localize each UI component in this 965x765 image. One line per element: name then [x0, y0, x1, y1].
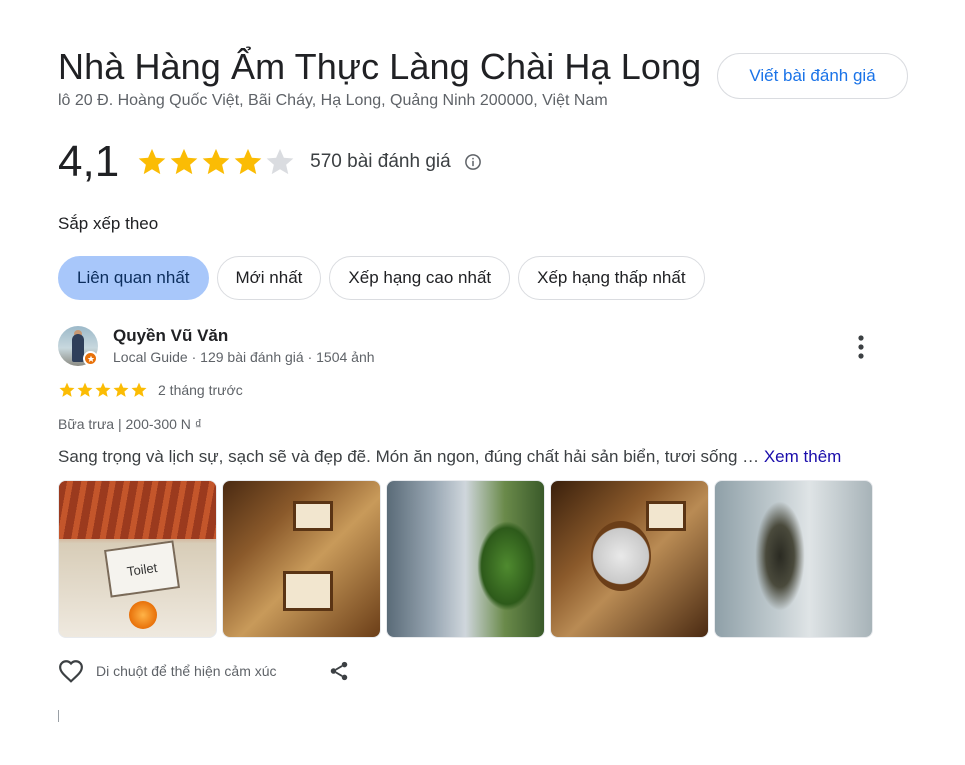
star-icon — [87, 355, 94, 362]
place-title: Nhà Hàng Ẩm Thực Làng Chài Hạ Long — [58, 46, 702, 87]
rating-summary: 4,1 570 bài đánh giá — [58, 136, 482, 188]
review-rating: 2 tháng trước — [58, 381, 243, 399]
round-table — [591, 521, 651, 591]
review-photos: Toilet — [58, 480, 878, 638]
local-guide-badge — [83, 351, 98, 366]
garden-photo[interactable] — [386, 480, 545, 638]
share-icon[interactable] — [328, 660, 350, 682]
reviewer-name[interactable]: Quyền Vũ Văn — [113, 326, 228, 346]
rating-number: 4,1 — [58, 137, 120, 186]
reaction-hint: Di chuột để thể hiện cảm xúc — [96, 663, 277, 679]
sort-chips: Liên quan nhất Mới nhất Xếp hạng cao nhấ… — [58, 256, 713, 300]
lobster-tank-photo[interactable] — [714, 480, 873, 638]
review-stars — [58, 381, 148, 399]
star-filled-icon — [202, 148, 230, 175]
rating-stars — [136, 146, 296, 178]
meal-info: Bữa trưa | 200-300 N ₫ — [58, 416, 202, 432]
see-more-link[interactable]: Xem thêm — [764, 447, 841, 466]
interior-photo[interactable] — [222, 480, 381, 638]
place-address: lô 20 Đ. Hoàng Quốc Việt, Bãi Cháy, Hạ L… — [58, 92, 608, 109]
star-filled-icon — [59, 382, 75, 397]
text-cursor — [58, 710, 59, 722]
lobster — [755, 501, 805, 611]
plants — [477, 521, 537, 611]
roof-tiles — [59, 481, 216, 539]
sort-chip-relevant[interactable]: Liên quan nhất — [58, 256, 209, 300]
toilet-sign: Toilet — [104, 540, 180, 598]
sort-chip-newest[interactable]: Mới nhất — [216, 256, 322, 300]
review-time: 2 tháng trước — [158, 382, 243, 398]
dining-table-photo[interactable] — [550, 480, 709, 638]
reviewer-meta: Local Guide · 129 bài đánh giá · 1504 ản… — [113, 349, 375, 365]
review-count: 570 bài đánh giá — [310, 151, 451, 172]
write-review-button[interactable]: Viết bài đánh giá — [717, 53, 908, 99]
toilet-photo[interactable]: Toilet — [58, 480, 217, 638]
sort-chip-highest[interactable]: Xếp hạng cao nhất — [329, 256, 511, 300]
star-filled-icon — [113, 382, 129, 397]
star-filled-icon — [95, 382, 111, 397]
lamp — [129, 601, 157, 629]
toilet-sign-text: Toilet — [125, 559, 159, 579]
wall-frame — [646, 501, 686, 531]
review-body: Sang trọng và lịch sự, sạch sẽ và đẹp đẽ… — [58, 447, 764, 466]
more-options-icon[interactable] — [850, 334, 872, 360]
sort-chip-lowest[interactable]: Xếp hạng thấp nhất — [518, 256, 705, 300]
review-text: Sang trọng và lịch sự, sạch sẽ và đẹp đẽ… — [58, 447, 841, 467]
wall-frame — [293, 501, 333, 531]
heart-icon[interactable] — [58, 659, 84, 683]
star-filled-icon — [234, 148, 262, 175]
star-filled-icon — [77, 382, 93, 397]
sort-label: Sắp xếp theo — [58, 214, 159, 233]
star-filled-icon — [131, 382, 147, 397]
star-filled-icon — [170, 148, 198, 175]
info-icon[interactable] — [464, 153, 482, 171]
wall-cabinet — [283, 571, 333, 611]
star-filled-icon — [138, 148, 166, 175]
star-empty-icon — [266, 148, 294, 175]
